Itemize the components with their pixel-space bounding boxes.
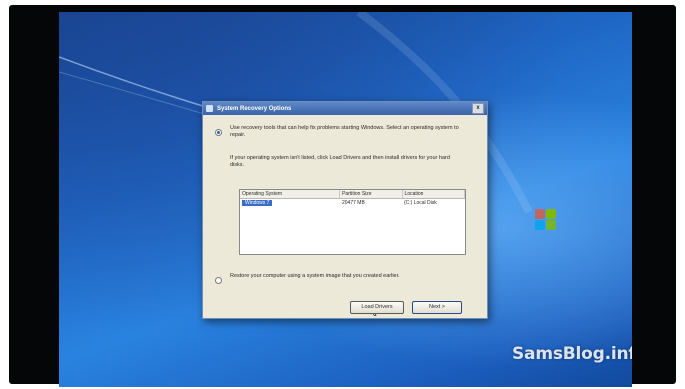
os-name-cell: Windows 7 (242, 200, 273, 206)
dialog-title: System Recovery Options (217, 105, 292, 112)
option-repair-text: Use recovery tools that can help fix pro… (230, 125, 459, 138)
window-icon (206, 105, 213, 112)
option-repair-note: If your operating system isn't listed, c… (230, 155, 450, 168)
dialog-titlebar: System Recovery Options x (203, 102, 487, 115)
os-list[interactable]: Operating System Partition Size Location… (239, 189, 466, 316)
desktop-background: System Recovery Options x Use recovery t… (59, 12, 632, 387)
next-button[interactable]: Next > (412, 301, 462, 314)
close-icon[interactable]: x (472, 103, 484, 114)
os-location-cell: (C:) Local Disk (404, 200, 437, 206)
column-size[interactable]: Partition Size (340, 190, 403, 198)
os-size-cell: 20477 MB (342, 200, 365, 206)
table-row[interactable]: Windows 7 20477 MB (C:) Local Disk (240, 199, 465, 208)
watermark: SamsBlog.info (512, 344, 632, 364)
system-recovery-dialog: System Recovery Options x Use recovery t… (202, 101, 488, 319)
column-os[interactable]: Operating System (240, 190, 341, 198)
column-location[interactable]: Location (403, 190, 465, 198)
video-frame: System Recovery Options x Use recovery t… (9, 5, 676, 387)
option-repair-radio[interactable] (215, 129, 222, 136)
os-list-header: Operating System Partition Size Location (240, 190, 465, 199)
option-restore-radio[interactable] (215, 277, 222, 284)
load-drivers-button[interactable]: Load Drivers (350, 301, 404, 314)
windows-logo-icon (535, 209, 557, 231)
option-restore-text: Restore your computer using a system ima… (230, 273, 400, 279)
